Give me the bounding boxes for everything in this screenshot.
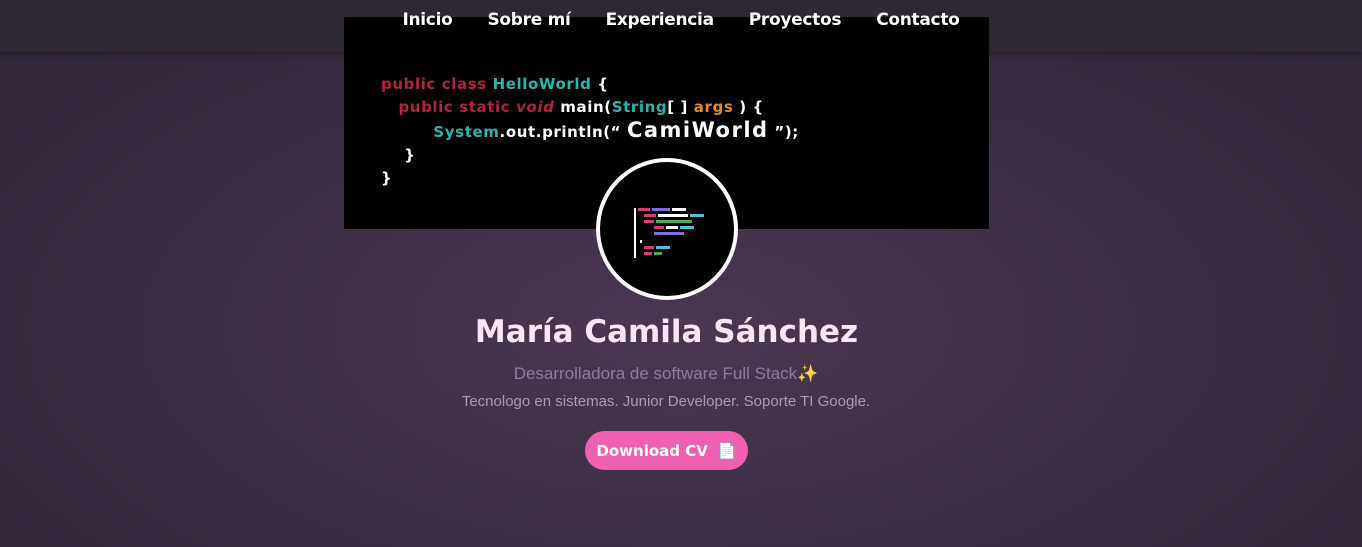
code-line-3: System.out.println(“ CamiWorld ”); — [381, 119, 799, 144]
nav-link-inicio[interactable]: Inicio — [402, 10, 452, 30]
code-token: ) { — [733, 98, 764, 116]
code-token: } — [404, 146, 416, 164]
code-token: void — [516, 98, 555, 116]
code-token: HelloWorld — [492, 75, 592, 93]
code-token: args — [693, 98, 734, 116]
profile-name: María Camila Sánchez — [474, 314, 859, 350]
code-token: } — [381, 169, 393, 187]
code-token: out — [505, 123, 536, 141]
nav-link-experiencia[interactable]: Experiencia — [606, 10, 715, 30]
main-nav: Inicio Sobre mí Experiencia Proyectos Co… — [0, 10, 1362, 30]
code-line-5: } — [381, 167, 799, 190]
code-token: CamiWorld — [626, 118, 769, 142]
nav-link-proyectos[interactable]: Proyectos — [749, 10, 842, 30]
download-cv-button[interactable]: Download CV 📄 — [585, 431, 748, 470]
avatar — [596, 158, 738, 300]
code-snippet: public class HelloWorld { public static … — [381, 73, 799, 190]
code-line-2: public static void main(String[ ] args )… — [381, 96, 799, 119]
code-token: System — [433, 123, 500, 141]
nav-link-sobre-mi[interactable]: Sobre mí — [487, 10, 570, 30]
code-token: [ ] — [667, 98, 694, 116]
code-token: { — [591, 75, 609, 93]
code-token: public static — [398, 98, 517, 116]
code-token: main( — [554, 98, 612, 116]
document-icon: 📄 — [717, 441, 737, 460]
profile-role: Desarrolladora de software Full Stack✨ — [513, 364, 819, 383]
code-line-4: } — [381, 144, 799, 167]
code-token: public class — [381, 75, 493, 93]
nav-link-contacto[interactable]: Contacto — [876, 10, 960, 30]
code-token: .println(“ — [535, 123, 627, 141]
code-token: String — [611, 98, 668, 116]
download-cv-label: Download CV — [596, 441, 708, 460]
profile-description: Tecnologo en sistemas. Junior Developer.… — [461, 393, 871, 410]
code-token: ”); — [768, 123, 799, 141]
code-line-1: public class HelloWorld { — [381, 73, 799, 96]
code-logo-icon — [634, 208, 704, 258]
